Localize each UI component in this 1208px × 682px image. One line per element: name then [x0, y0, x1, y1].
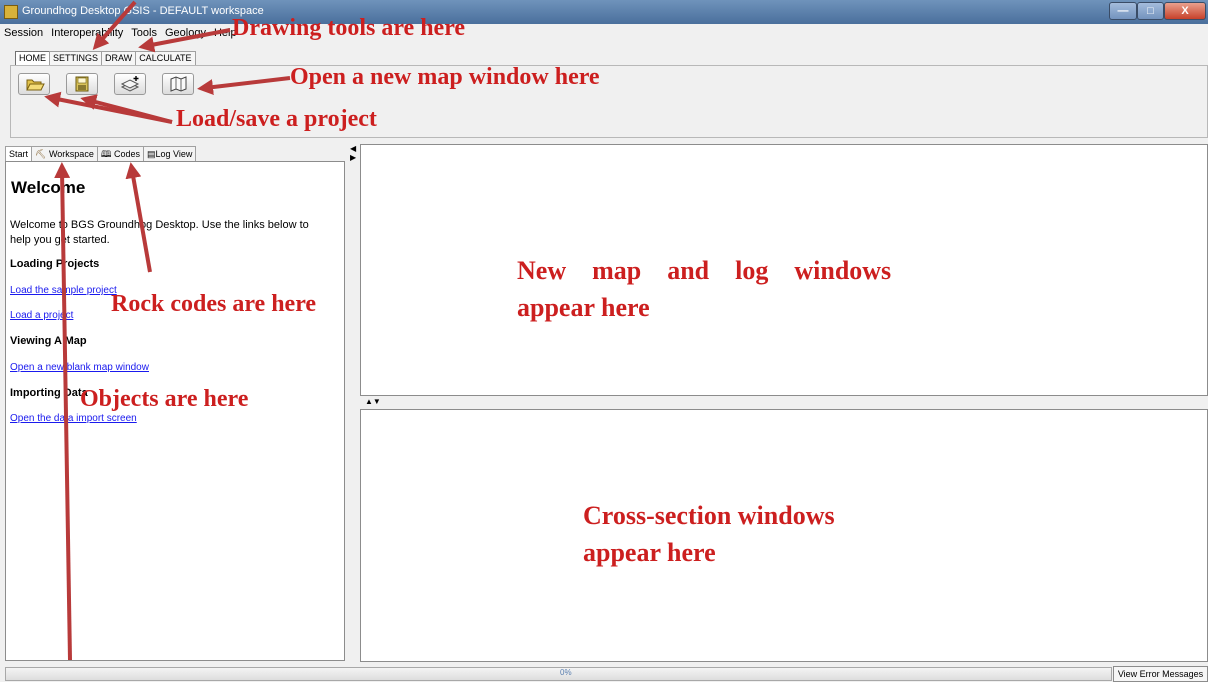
add-layers-icon	[120, 76, 140, 92]
menu-session[interactable]: Session	[0, 27, 47, 39]
ribbon-tab-settings[interactable]: SETTINGS	[49, 51, 103, 66]
tab-start[interactable]: Start	[5, 146, 33, 162]
log-icon: ▤	[146, 149, 156, 159]
annotation-rock-codes: Rock codes are here	[111, 291, 317, 317]
ribbon-tab-calculate[interactable]: CALCULATE	[135, 51, 196, 66]
new-layer-button[interactable]	[114, 73, 146, 95]
open-project-button[interactable]	[18, 73, 50, 95]
app-icon	[4, 5, 18, 19]
link-load-sample-project[interactable]: Load the sample project	[10, 285, 117, 296]
menu-bar: Session Interoperability Tools Geology Help	[0, 27, 241, 43]
map-icon	[170, 76, 187, 92]
book-icon: 🕮	[100, 149, 112, 159]
save-project-button[interactable]	[66, 73, 98, 95]
ribbon-tabs: HOME SETTINGS DRAW CALCULATE	[15, 51, 196, 66]
ribbon-tab-draw[interactable]: DRAW	[101, 51, 137, 66]
link-load-project[interactable]: Load a project	[10, 310, 73, 321]
tab-workspace-label: Workspace	[48, 149, 94, 159]
annotation-new-map: Open a new map window here	[290, 64, 600, 90]
welcome-heading: Welcome	[11, 178, 86, 197]
save-disk-icon	[75, 76, 89, 92]
progress-bar	[5, 667, 1112, 681]
minimize-button[interactable]: —	[1109, 2, 1137, 20]
annotation-map-log-line1: New map and log windows	[517, 256, 892, 285]
section-importing-data: Importing Data	[10, 387, 88, 399]
new-map-window-button[interactable]	[162, 73, 194, 95]
annotation-load-save: Load/save a project	[176, 106, 377, 132]
maximize-button[interactable]: □	[1137, 2, 1164, 20]
sidebar-tabs: Start ⛏ Workspace 🕮 Codes ▤Log View	[5, 146, 197, 162]
view-error-messages-button[interactable]: View Error Messages	[1113, 666, 1208, 682]
link-open-import-screen[interactable]: Open the data import screen	[10, 413, 137, 424]
tab-workspace[interactable]: ⛏ Workspace	[31, 146, 98, 162]
annotation-drawing-tools: Drawing tools are here	[232, 15, 466, 41]
section-loading-projects: Loading Projects	[10, 258, 100, 270]
menu-interoperability[interactable]: Interoperability	[47, 27, 127, 39]
cross-section-window-area	[360, 409, 1208, 662]
annotation-map-log-line2: appear here	[517, 293, 650, 322]
tab-start-label: Start	[9, 149, 29, 159]
tab-log-view[interactable]: ▤Log View	[142, 146, 197, 162]
menu-geology[interactable]: Geology	[161, 27, 210, 39]
horizontal-splitter[interactable]: ▲▼	[365, 397, 381, 406]
tab-codes[interactable]: 🕮 Codes	[96, 146, 144, 162]
section-viewing-map: Viewing A Map	[10, 335, 87, 347]
tab-log-view-label: Log View	[155, 149, 193, 159]
open-folder-icon	[26, 79, 45, 91]
link-open-blank-map[interactable]: Open a new blank map window	[10, 362, 149, 373]
ribbon-tab-home[interactable]: HOME	[15, 51, 50, 66]
tab-codes-label: Codes	[113, 149, 140, 159]
vertical-splitter[interactable]: ◀ ▶	[350, 144, 358, 164]
hammer-icon: ⛏	[35, 149, 47, 159]
close-button[interactable]: X	[1164, 2, 1206, 20]
window-title: Groundhog Desktop GSIS - DEFAULT workspa…	[22, 5, 264, 17]
welcome-intro: Welcome to BGS Groundhog Desktop. Use th…	[10, 219, 309, 246]
progress-text: 0%	[560, 668, 572, 677]
annotation-cross-section-line1: Cross-section windows	[583, 501, 835, 530]
annotation-objects: Objects are here	[80, 386, 249, 412]
annotation-cross-section-line2: appear here	[583, 538, 716, 567]
menu-tools[interactable]: Tools	[127, 27, 161, 39]
